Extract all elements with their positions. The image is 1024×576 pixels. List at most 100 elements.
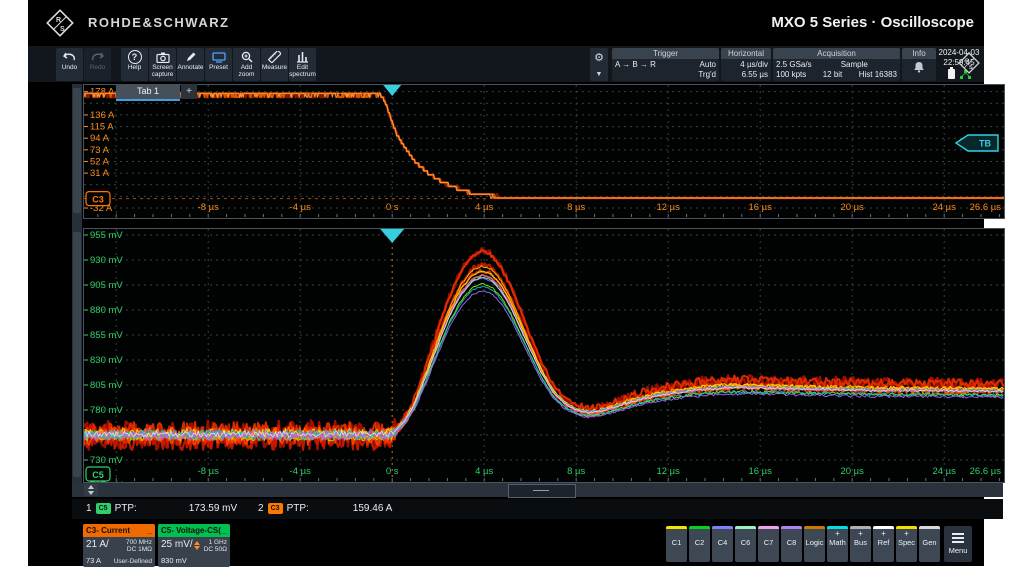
trigger-sequence: A → B → R — [615, 60, 656, 70]
oscilloscope-screen: R S ROHDE&SCHWARZ MXO 5 Series · Oscillo… — [28, 0, 984, 566]
svg-text:830 mV: 830 mV — [90, 355, 123, 366]
voltage-waveform-chart[interactable]: 955 mV930 mV905 mV880 mV855 mV830 mV805 … — [84, 229, 1004, 482]
horizontal-scale: 4 µs/div — [740, 60, 768, 70]
channel-bar-c1[interactable]: C1 — [666, 526, 687, 562]
horizontal-status-title: Horizontal — [721, 48, 771, 59]
screen-capture-button[interactable]: Screen capture — [149, 48, 176, 81]
channel-bar-c7[interactable]: C7 — [758, 526, 779, 562]
channel-bar-spec[interactable]: +Spec — [896, 526, 917, 562]
acquisition-status-box[interactable]: Acquisition 2.5 GSa/sSample 100 kpts12 b… — [773, 48, 900, 81]
help-icon: ? — [128, 50, 142, 64]
current-waveform-chart[interactable]: 178 A136 A115 A94 A73 A52 A31 A-32 A-8 µ… — [84, 85, 1004, 218]
preset-display-icon — [212, 50, 226, 64]
info-box[interactable]: Info — [902, 48, 936, 81]
hamburger-menu-icon — [952, 533, 964, 543]
current-diagram[interactable]: 178 A136 A115 A94 A73 A52 A31 A-32 A-8 µ… — [83, 84, 1005, 219]
vertical-scroll-handle-top[interactable] — [73, 88, 81, 213]
add-tab-button[interactable]: + — [181, 84, 197, 99]
channel-bar-ref[interactable]: +Ref — [873, 526, 894, 562]
menu-button[interactable]: Menu — [944, 526, 972, 562]
trigger-mode: Auto — [700, 60, 716, 70]
measurement-results-bar: 1 C5 PTP: 173.59 mV 2 C3 PTP: 159.46 A — [72, 499, 1003, 519]
channel-c5-scale: 25 mV/ — [161, 539, 193, 550]
measurement-1[interactable]: 1 C5 PTP: 173.59 mV — [86, 503, 237, 514]
brand-text: ROHDE&SCHWARZ — [88, 15, 230, 30]
channel-bar-logic[interactable]: Logic — [804, 526, 825, 562]
svg-text:-8 µs: -8 µs — [198, 202, 220, 213]
measurement-2-label: PTP: — [287, 503, 309, 514]
svg-text:880 mV: 880 mV — [90, 305, 123, 316]
svg-text:12 µs: 12 µs — [656, 466, 680, 477]
help-button[interactable]: ? Help — [121, 48, 148, 81]
svg-text:0 s: 0 s — [386, 202, 399, 213]
channel-bar-math[interactable]: +Math — [827, 526, 848, 562]
scroll-step-widget[interactable] — [84, 484, 98, 496]
channel-c5-minimize[interactable]: _ — [223, 524, 227, 537]
measure-button[interactable]: Measure — [261, 48, 288, 81]
redo-icon — [91, 50, 104, 64]
battery-icon — [948, 69, 955, 79]
svg-text:16 µs: 16 µs — [748, 466, 772, 477]
voltage-diagram[interactable]: 955 mV930 mV905 mV880 mV855 mV830 mV805 … — [83, 228, 1005, 483]
spectrum-bars-icon — [296, 50, 309, 64]
svg-text:20 µs: 20 µs — [840, 202, 864, 213]
undo-button[interactable]: Undo — [56, 48, 83, 81]
svg-text:4 µs: 4 µs — [475, 202, 493, 213]
edit-spectrum-button[interactable]: Edit spectrum — [289, 48, 316, 81]
channel-bar-c4[interactable]: C4 — [712, 526, 733, 562]
channel-bar-c6[interactable]: C6 — [735, 526, 756, 562]
vertical-scroll-handle-bottom[interactable] — [73, 232, 81, 477]
svg-text:26.6 µs: 26.6 µs — [970, 202, 1002, 213]
channel-c3-minimize[interactable]: _ — [148, 524, 152, 537]
bell-icon — [913, 61, 925, 73]
annotate-button[interactable]: Annotate — [177, 48, 204, 81]
preset-button[interactable]: Preset — [205, 48, 232, 81]
channel-c5-scale-arrows-icon[interactable] — [194, 541, 200, 550]
svg-text:16 µs: 16 µs — [748, 202, 772, 213]
chevron-down-icon: ▼ — [596, 71, 603, 78]
channel-bar-c2[interactable]: C2 — [689, 526, 710, 562]
top-brand-bar: R S ROHDE&SCHWARZ MXO 5 Series · Oscillo… — [28, 0, 984, 44]
svg-text:0 s: 0 s — [386, 466, 399, 477]
svg-text:-4 µs: -4 µs — [290, 202, 312, 213]
undo-icon — [63, 50, 76, 64]
camera-icon — [156, 50, 170, 64]
info-title: Info — [902, 48, 936, 59]
add-zoom-button[interactable]: Add zoom — [233, 48, 260, 81]
horizontal-scrollbar[interactable] — [72, 483, 1003, 497]
measurement-2[interactable]: 2 C3 PTP: 159.46 A — [258, 503, 392, 514]
tab-1[interactable]: Tab 1 — [116, 84, 180, 101]
svg-text:TB: TB — [979, 139, 991, 149]
svg-text:20 µs: 20 µs — [840, 466, 864, 477]
channel-bar-c8[interactable]: C8 — [781, 526, 802, 562]
settings-quick-access[interactable]: ⚙ ▼ — [590, 48, 608, 81]
channel-bar-gen[interactable]: Gen — [919, 526, 940, 562]
vertical-scrollbar[interactable] — [72, 84, 82, 497]
svg-text:94 A: 94 A — [90, 133, 110, 144]
svg-text:73 A: 73 A — [90, 145, 110, 156]
channel-c5-name: C5- Voltage-CS( — [161, 526, 221, 535]
measurement-1-label: PTP: — [115, 503, 137, 514]
svg-text:12 µs: 12 µs — [656, 202, 680, 213]
measurement-2-value: 159.46 A — [353, 503, 392, 514]
acquisition-bits: 12 bit — [823, 70, 843, 80]
svg-text:805 mV: 805 mV — [90, 380, 123, 391]
channel-c5-bandwidth: 1 GHz — [209, 539, 227, 546]
svg-text:R: R — [56, 17, 61, 24]
svg-text:-8 µs: -8 µs — [198, 466, 220, 477]
trigger-status-box[interactable]: Trigger A → B → RAuto Trg'd — [612, 48, 719, 81]
rohde-schwarz-logo-icon: R S — [44, 7, 76, 39]
channel-bar-bus[interactable]: +Bus — [850, 526, 871, 562]
redo-button[interactable]: Redo — [84, 48, 111, 81]
channel-c3-name: C3- Current — [86, 526, 130, 535]
channel-c3-box[interactable]: C3- Current_ 21 A/ 700 MHzDC 1MΩ 73 A Us… — [83, 524, 155, 567]
svg-text:S: S — [969, 65, 973, 71]
horizontal-status-box[interactable]: Horizontal 4 µs/div 6.55 µs — [721, 48, 771, 81]
acquisition-history: Hist 16383 — [859, 70, 897, 80]
horizontal-scroll-handle[interactable] — [508, 484, 576, 498]
svg-text:115 A: 115 A — [90, 122, 114, 133]
channel-c5-box[interactable]: C5- Voltage-CS(_ 25 mV/ 1 GHzDC 50Ω 830 … — [158, 524, 230, 567]
measurement-2-source-badge: C3 — [268, 503, 283, 514]
channel-c5-offset: 830 mV — [161, 556, 187, 565]
rohde-schwarz-small-logo-icon: RS — [956, 50, 982, 76]
